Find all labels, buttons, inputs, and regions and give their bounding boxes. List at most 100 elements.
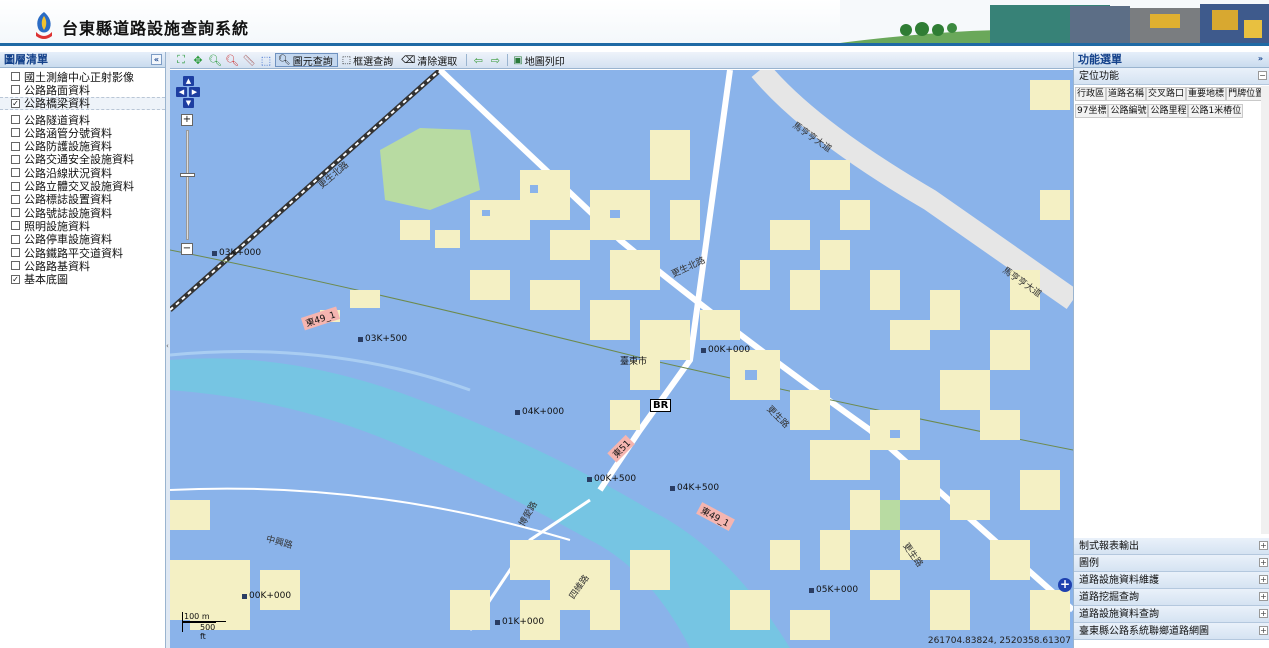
identify-label: 圖元查詢 — [292, 56, 333, 68]
right-panel-scrollbar[interactable] — [1261, 86, 1269, 534]
expand-plus-icon[interactable]: + — [1259, 541, 1268, 550]
layer-checkbox[interactable] — [11, 168, 20, 178]
pan-down-icon[interactable]: ▼ — [183, 98, 194, 108]
expand-plus-icon[interactable]: + — [1058, 578, 1072, 592]
full-extent-icon[interactable]: ⛶ — [173, 53, 189, 67]
zoom-out-button[interactable]: − — [181, 243, 193, 255]
collapse-minus-icon[interactable]: − — [1258, 71, 1267, 80]
section-facility-query[interactable]: 道路設施資料查詢 + — [1074, 606, 1269, 623]
layer-panel: 圖層清單 « 國土測繪中心正射影像 公路路面資料 ✓ 公路橋梁資料 公路隧道資料 … — [0, 52, 166, 648]
measure-distance-icon[interactable]: 📏︎ — [241, 53, 257, 67]
identify-icon: 🔍︎ — [278, 54, 291, 66]
km-marker[interactable]: 00K+000 — [701, 345, 750, 355]
county-logo-icon — [36, 12, 52, 39]
zoom-slider[interactable] — [186, 130, 189, 240]
locate-landmark-button[interactable]: 重要地標 — [1186, 87, 1227, 101]
locate-road-number-button[interactable]: 公路編號 — [1108, 104, 1149, 118]
app-header: 台東縣道路設施查詢系統 — [0, 0, 1269, 46]
print-label: 地圖列印 — [524, 56, 565, 68]
locate-road-name-button[interactable]: 道路名稱 — [1106, 87, 1147, 101]
layer-checkbox[interactable] — [11, 261, 20, 271]
function-sections: 制式報表輸出 + 圖例 + 道路設施資料維護 + 道路挖掘查詢 + 道路設施資料查詢 + … — [1074, 538, 1269, 640]
layer-list: 國土測繪中心正射影像 公路路面資料 ✓ 公路橋梁資料 公路隧道資料 公路涵管分號資… — [0, 68, 165, 286]
locate-twd97-button[interactable]: 97坐標 — [1075, 104, 1109, 118]
toolbar-separator — [466, 54, 468, 66]
expand-plus-icon[interactable]: + — [1259, 609, 1268, 618]
identify-button[interactable]: 🔍︎ 圖元查詢 — [275, 53, 338, 68]
layer-label: 基本底圖 — [24, 273, 68, 287]
layer-item[interactable]: ✓ 基本底圖 — [0, 272, 165, 287]
layer-checkbox[interactable] — [11, 181, 20, 191]
locate-section-header[interactable]: 定位功能 − — [1074, 68, 1269, 85]
section-road-network-map[interactable]: 臺東縣公路系統聯鄉道路網圖 + — [1074, 623, 1269, 640]
layer-checkbox[interactable] — [11, 248, 20, 257]
expand-plus-icon[interactable]: + — [1259, 558, 1268, 567]
function-panel-title: 功能選單 — [1078, 53, 1122, 66]
layer-checkbox[interactable] — [11, 128, 20, 138]
km-marker[interactable]: 03K+000 — [212, 248, 261, 258]
layer-checkbox[interactable] — [11, 72, 20, 82]
km-marker[interactable]: 00K+500 — [587, 474, 636, 484]
bridge-tag[interactable]: BR — [650, 399, 672, 412]
clear-selection-button[interactable]: ⌫ 清除選取 — [399, 53, 461, 68]
expand-plus-icon[interactable]: + — [1259, 626, 1268, 635]
map-view[interactable]: 03K+000 03K+500 04K+000 00K+000 04K+500 … — [170, 70, 1073, 648]
coordinate-readout: 261704.83824, 2520358.61307 — [927, 636, 1071, 646]
scale-imperial: 500 ft — [182, 622, 216, 641]
locate-button-row: 行政區 道路名稱 交叉路口 重要地標 門牌位置 97坐標 公路編號 公路里程 公… — [1074, 85, 1269, 121]
next-extent-icon[interactable]: ⇨ — [487, 53, 503, 67]
layer-checkbox[interactable] — [11, 115, 20, 125]
layer-checkbox[interactable] — [11, 141, 20, 151]
layer-checkbox[interactable] — [11, 154, 20, 164]
layer-checkbox[interactable] — [11, 85, 20, 95]
layer-item[interactable]: ✓ 公路橋梁資料 — [0, 96, 165, 110]
scale-metric: 100 m — [182, 612, 226, 622]
layer-checkbox[interactable]: ✓ — [11, 98, 20, 108]
km-marker[interactable]: 04K+500 — [670, 483, 719, 493]
locate-intersection-button[interactable]: 交叉路口 — [1146, 87, 1187, 101]
eraser-icon: ⌫ — [401, 54, 416, 66]
locate-district-button[interactable]: 行政區 — [1075, 87, 1107, 101]
km-marker[interactable]: 01K+000 — [495, 617, 544, 627]
measure-area-icon[interactable]: ⬚ — [258, 53, 274, 67]
km-marker[interactable]: 00K+000 — [242, 591, 291, 601]
section-legend[interactable]: 圖例 + — [1074, 555, 1269, 572]
header-banner-image — [840, 0, 1269, 43]
pan-right-icon[interactable]: ▶ — [189, 87, 200, 97]
km-marker[interactable]: 03K+500 — [358, 334, 407, 344]
km-marker[interactable]: 05K+000 — [809, 585, 858, 595]
function-panel: 功能選單 » 定位功能 − 行政區 道路名稱 交叉路口 重要地標 門牌位置 97… — [1073, 52, 1269, 648]
section-excavation-query[interactable]: 道路挖掘查詢 + — [1074, 589, 1269, 606]
layer-checkbox[interactable]: ✓ — [11, 274, 20, 284]
layer-checkbox[interactable] — [11, 221, 20, 231]
pan-left-icon[interactable]: ◀ — [176, 87, 187, 97]
box-select-icon: ⬚ — [341, 54, 352, 66]
expand-plus-icon[interactable]: + — [1259, 575, 1268, 584]
section-report-output[interactable]: 制式報表輸出 + — [1074, 538, 1269, 555]
pan-icon[interactable]: ✥ — [190, 53, 206, 67]
box-query-button[interactable]: ⬚ 框選查詢 — [340, 53, 397, 68]
layer-checkbox[interactable] — [11, 208, 20, 218]
expand-plus-icon[interactable]: + — [1259, 592, 1268, 601]
print-icon: ▣ — [513, 54, 523, 66]
layer-checkbox[interactable] — [11, 234, 20, 244]
section-facility-maintenance[interactable]: 道路設施資料維護 + — [1074, 572, 1269, 589]
layer-checkbox[interactable] — [11, 194, 20, 204]
clear-label: 清除選取 — [417, 56, 458, 68]
collapse-right-icon[interactable]: » — [1255, 54, 1266, 65]
locate-stake-button[interactable]: 公路1米樁位 — [1188, 104, 1244, 118]
zoom-out-tool-icon[interactable]: 🔍︎ — [224, 53, 240, 67]
scale-bar: 100 m 500 ft — [178, 610, 238, 641]
pan-up-icon[interactable]: ▲ — [183, 76, 194, 86]
toolbar-separator — [507, 54, 509, 66]
zoom-slider-thumb[interactable] — [180, 173, 195, 177]
locate-mileage-button[interactable]: 公路里程 — [1148, 104, 1189, 118]
previous-extent-icon[interactable]: ⇦ — [470, 53, 486, 67]
collapse-left-icon[interactable]: « — [151, 54, 162, 65]
layer-panel-header: 圖層清單 « — [0, 52, 165, 68]
km-marker[interactable]: 04K+000 — [515, 407, 564, 417]
zoom-in-button[interactable]: + — [181, 114, 193, 126]
zoom-in-tool-icon[interactable]: 🔍︎ — [207, 53, 223, 67]
locate-section-title: 定位功能 — [1079, 71, 1119, 82]
print-map-button[interactable]: ▣ 地圖列印 — [511, 53, 568, 68]
